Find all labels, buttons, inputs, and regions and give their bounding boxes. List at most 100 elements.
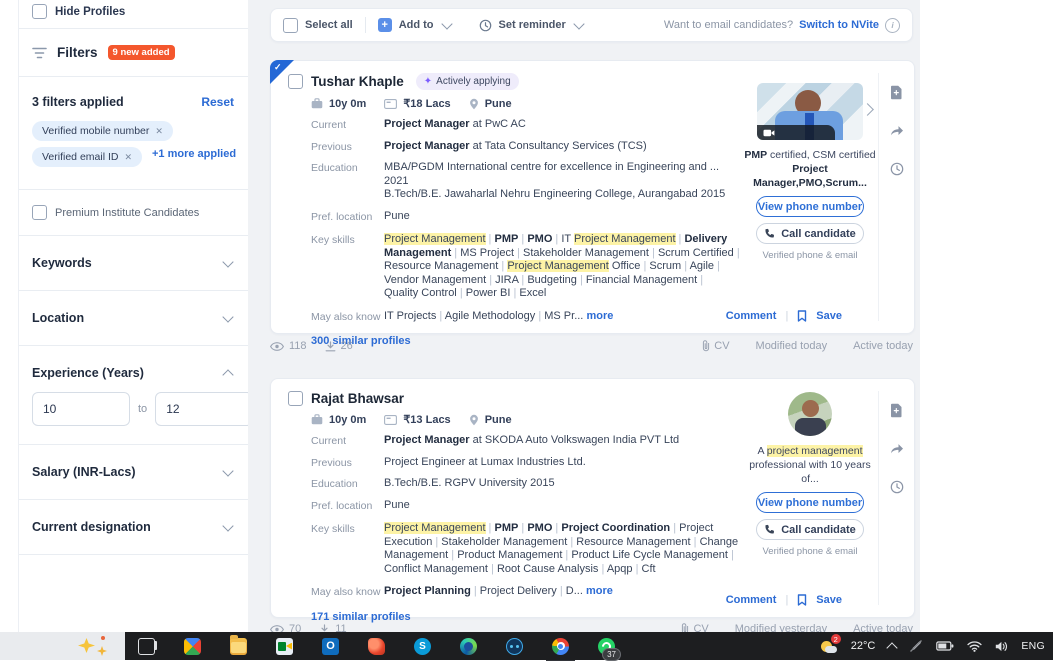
filters-sidebar: Hide Profiles Filters 9 new added 3 filt… xyxy=(18,0,250,632)
more-link[interactable]: more xyxy=(586,310,613,322)
profile-row-label: Previous xyxy=(311,140,384,154)
action-bar: Select all + Add to Set reminder Want to… xyxy=(270,8,913,42)
bookmark-icon xyxy=(797,594,807,606)
candidate-headline-line2: Project Manager,PMO,Scrum... xyxy=(741,162,879,190)
candidate-checkbox[interactable] xyxy=(288,391,303,406)
share-icon[interactable] xyxy=(890,125,904,137)
chrome-icon[interactable] xyxy=(552,638,569,655)
more-applied-link[interactable]: +1 more applied xyxy=(152,148,236,160)
weather-icon[interactable]: 2 xyxy=(820,638,838,654)
comment-link[interactable]: Comment xyxy=(726,594,777,606)
share-icon[interactable] xyxy=(890,443,904,455)
may-also-know-value: Project Planning | Project Delivery | D.… xyxy=(384,585,740,599)
taskbar-search-area[interactable] xyxy=(0,632,125,660)
candidate-video-thumbnail[interactable] xyxy=(757,83,863,140)
more-link[interactable]: more xyxy=(586,585,613,597)
view-phone-number-button[interactable]: View phone number xyxy=(756,196,864,217)
office-icon[interactable] xyxy=(368,638,385,655)
card-stats-row: 118 26 CV Modified today Active today xyxy=(270,338,913,354)
profile-row-label: Current xyxy=(311,118,384,132)
attach-note-icon[interactable] xyxy=(890,85,903,100)
attach-note-icon[interactable] xyxy=(890,403,903,418)
save-link[interactable]: Save xyxy=(816,310,842,322)
profile-row-value: Pune xyxy=(384,210,740,224)
temperature-label[interactable]: 22°C xyxy=(851,640,876,652)
history-clock-icon[interactable] xyxy=(890,162,904,176)
key-skills-label: Key skills xyxy=(311,522,384,576)
premium-institute-label: Premium Institute Candidates xyxy=(55,207,199,219)
tray-chevron-up-icon[interactable] xyxy=(887,642,898,653)
profile-row: EducationMBA/PGDM International centre f… xyxy=(311,161,743,202)
location-pin-icon xyxy=(469,414,479,426)
battery-icon[interactable] xyxy=(936,641,954,651)
premium-institute-checkbox[interactable] xyxy=(32,205,47,220)
filter-chip-verified-email[interactable]: Verified email ID ✕ xyxy=(32,147,142,167)
whatsapp-badge: 37 xyxy=(602,648,621,661)
cv-label[interactable]: CV xyxy=(714,340,729,352)
app-icon-colored-square[interactable] xyxy=(184,638,201,655)
pen-disabled-icon[interactable] xyxy=(909,639,923,653)
filters-applied-count: 3 filters applied xyxy=(32,95,124,109)
reset-filters-link[interactable]: Reset xyxy=(201,95,234,109)
call-candidate-button[interactable]: Call candidate xyxy=(756,223,864,244)
phone-icon xyxy=(764,524,775,535)
speaker-icon[interactable] xyxy=(995,641,1008,652)
call-candidate-button[interactable]: Call candidate xyxy=(756,519,864,540)
salary-value: ₹13 Lacs xyxy=(403,413,450,426)
section-location[interactable]: Location xyxy=(19,291,249,345)
profile-row-value: Pune xyxy=(384,499,740,513)
chevron-down-icon xyxy=(222,311,233,322)
info-icon[interactable]: i xyxy=(885,18,900,33)
add-to-button[interactable]: + Add to xyxy=(378,18,451,32)
close-icon[interactable]: ✕ xyxy=(124,152,132,163)
file-explorer-icon[interactable] xyxy=(230,638,247,655)
google-meet-icon[interactable] xyxy=(276,638,293,655)
profile-row: Pref. locationPune xyxy=(311,499,743,513)
switch-to-nvite-link[interactable]: Switch to NVite xyxy=(799,19,879,31)
chevron-down-icon xyxy=(441,18,452,29)
language-indicator[interactable]: ENG xyxy=(1021,640,1045,652)
history-clock-icon[interactable] xyxy=(890,480,904,494)
view-phone-number-button[interactable]: View phone number xyxy=(756,492,864,513)
save-link[interactable]: Save xyxy=(816,594,842,606)
select-all[interactable]: Select all xyxy=(283,18,353,33)
candidate-avatar[interactable] xyxy=(788,392,832,436)
location-value: Pune xyxy=(485,414,512,426)
section-experience[interactable]: Experience (Years) xyxy=(19,346,249,390)
chevron-up-icon xyxy=(222,369,233,380)
section-current-designation[interactable]: Current designation xyxy=(19,500,249,554)
close-icon[interactable]: ✕ xyxy=(155,126,163,137)
section-keywords[interactable]: Keywords xyxy=(19,236,249,290)
select-all-checkbox[interactable] xyxy=(283,18,298,33)
bot-app-icon[interactable] xyxy=(506,638,523,655)
outlook-icon[interactable] xyxy=(322,638,339,655)
skype-icon[interactable] xyxy=(414,638,431,655)
candidate-name[interactable]: Rajat Bhawsar xyxy=(311,391,404,406)
hide-profiles-checkbox[interactable] xyxy=(32,4,47,19)
candidate-name[interactable]: Tushar Khaple xyxy=(311,74,404,89)
whatsapp-icon[interactable]: 37 xyxy=(598,638,615,655)
comment-link[interactable]: Comment xyxy=(726,310,777,322)
premium-institute-row[interactable]: Premium Institute Candidates xyxy=(19,190,249,235)
hide-profiles-row[interactable]: Hide Profiles xyxy=(19,0,249,28)
edge-icon[interactable] xyxy=(460,638,477,655)
briefcase-icon xyxy=(311,98,323,109)
profile-row: EducationB.Tech/B.E. RGPV University 201… xyxy=(311,477,743,491)
wifi-icon[interactable] xyxy=(967,641,982,652)
task-view-icon[interactable] xyxy=(138,638,155,655)
profile-row-label: Pref. location xyxy=(311,499,384,513)
experience-value: 10y 0m xyxy=(329,98,366,110)
experience-to-input[interactable] xyxy=(155,392,253,426)
chevron-right-icon[interactable] xyxy=(861,103,874,116)
search-highlights-icon xyxy=(78,638,95,653)
windows-taskbar: 37 2 22°C ENG xyxy=(0,632,1053,660)
candidate-headline-line1: PMP certified, CSM certified xyxy=(741,148,879,162)
experience-from-input[interactable] xyxy=(32,392,130,426)
phone-icon xyxy=(764,228,775,239)
filter-chip-verified-mobile[interactable]: Verified mobile number ✕ xyxy=(32,121,173,141)
verified-phone-email-label: Verified phone & email xyxy=(741,546,879,557)
set-reminder-button[interactable]: Set reminder xyxy=(479,19,583,32)
to-label: to xyxy=(138,403,147,415)
profile-row: CurrentProject Manager at SKODA Auto Vol… xyxy=(311,434,743,448)
section-salary[interactable]: Salary (INR-Lacs) xyxy=(19,445,249,499)
